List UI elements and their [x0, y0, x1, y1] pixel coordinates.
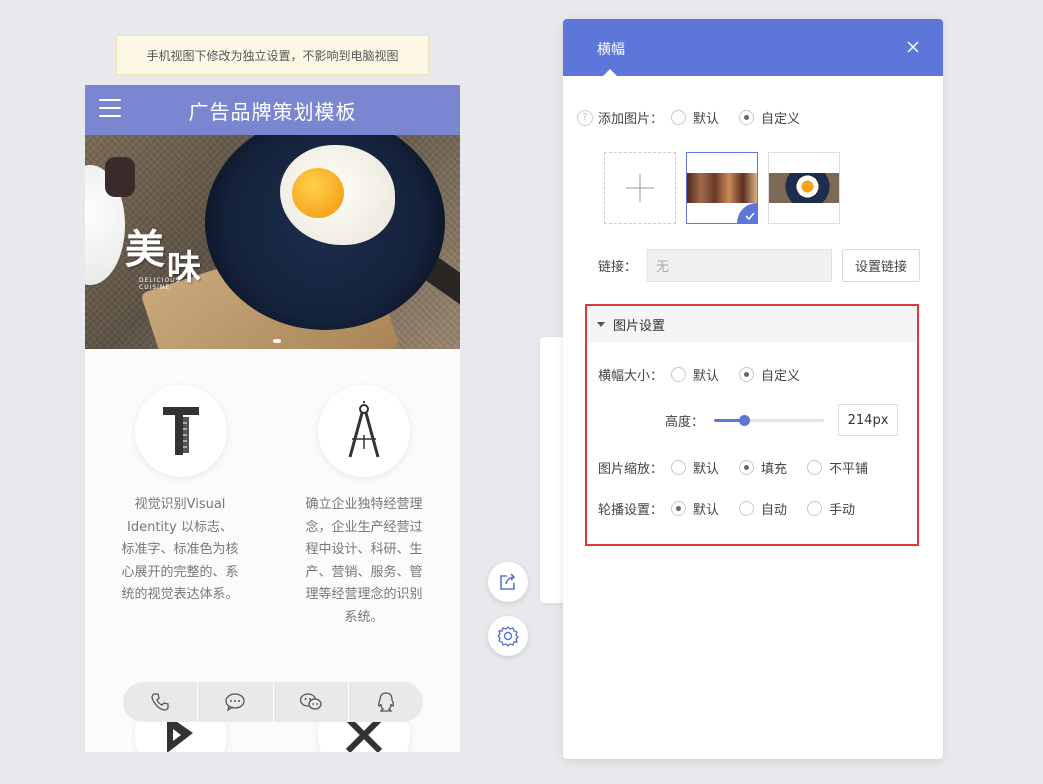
image-scale-default-radio[interactable]: 默认 [671, 458, 719, 477]
mobile-preview: 广告品牌策划模板 美味 DELICIOUS CUISINE 视觉识别Visual… [85, 85, 460, 752]
image-scale-label: 图片缩放： [598, 462, 664, 477]
radio-label: 默认 [693, 462, 720, 477]
features-section: 视觉识别Visual Identity 以标志、标准字、标准色为核心展开的完整的… [85, 349, 460, 752]
carousel-auto-radio[interactable]: 自动 [739, 499, 787, 518]
compass-icon [318, 385, 410, 477]
banner-image[interactable]: 美味 DELICIOUS CUISINE [85, 135, 460, 349]
carousel-label: 轮播设置： [598, 503, 664, 518]
link-row: 链接： 无 设置链接 [598, 249, 921, 282]
image-scale-no-tile-radio[interactable]: 不平铺 [807, 458, 868, 477]
settings-button[interactable] [488, 616, 528, 656]
feature-text-1: 视觉识别Visual Identity 以标志、标准字、标准色为核心展开的完整的… [121, 497, 239, 602]
set-link-button[interactable]: 设置链接 [842, 249, 921, 282]
radio-label: 手动 [829, 503, 856, 518]
settings-icon [497, 626, 519, 647]
link-label: 链接： [598, 260, 638, 275]
share-button[interactable] [488, 562, 528, 602]
carousel-default-radio[interactable]: 默认 [671, 499, 719, 518]
banner-sub-line-1: DELICIOUS [139, 277, 181, 284]
image-scale-row: 图片缩放： 默认 填充 不平铺 [598, 458, 882, 477]
add-image-button[interactable] [604, 152, 676, 224]
banner-subtitle: DELICIOUS CUISINE [139, 277, 180, 291]
radio-label: 自定义 [761, 369, 801, 384]
radio-label: 默认 [693, 503, 720, 518]
banner-sub-line-2: CUISINE [139, 284, 171, 291]
tab-caret [603, 69, 617, 76]
caret-down-icon [597, 321, 605, 327]
banner-size-label: 横幅大小： [598, 369, 664, 384]
qq-icon[interactable] [349, 682, 423, 722]
feature-text-2: 确立企业独特经营理念，企业生产经营过程中设计、科研、生产、营销、服务、管理等经营… [305, 497, 423, 625]
share-icon [500, 573, 516, 590]
banner-size-default-radio[interactable]: 默认 [671, 365, 719, 384]
height-value-input[interactable]: 214px [838, 404, 899, 436]
message-icon[interactable] [198, 682, 274, 722]
link-input[interactable]: 无 [647, 249, 833, 282]
add-image-default-radio[interactable]: 默认 [671, 108, 719, 127]
mobile-site-title: 广告品牌策划模板 [188, 99, 357, 124]
radio-label: 自动 [761, 503, 788, 518]
plus-icon [626, 174, 654, 202]
height-slider[interactable] [714, 410, 825, 430]
cup-handle-shape [105, 157, 135, 197]
selected-check-icon [737, 203, 757, 223]
carousel-row: 轮播设置： 默认 自动 手动 [598, 499, 869, 518]
radio-label: 填充 [761, 462, 788, 477]
carousel-manual-radio[interactable]: 手动 [807, 499, 855, 518]
panel-title: 横幅 [597, 42, 625, 58]
height-row: 高度： 214px [665, 404, 899, 436]
mobile-bottom-bar [123, 682, 423, 722]
wechat-icon[interactable] [274, 682, 349, 722]
add-image-label: 添加图片： [598, 112, 664, 127]
slider-knob[interactable] [738, 415, 750, 426]
banner-calligraphy: 美味 [125, 217, 203, 288]
mobile-view-notice: 手机视图下修改为独立设置，不影响到电脑视图 [116, 35, 429, 75]
image-thumbnail-1[interactable] [686, 152, 758, 224]
height-label: 高度： [665, 414, 705, 430]
banner-settings-panel: 横幅 ? 添加图片： 默认 自定义 链接： 无 设置链接 图片设置 横幅大小： [563, 19, 943, 759]
radio-label: 不平铺 [829, 462, 869, 477]
hamburger-menu-icon[interactable] [99, 99, 121, 119]
image-settings-title: 图片设置 [613, 318, 666, 334]
carousel-indicator[interactable] [273, 339, 281, 343]
mobile-header: 广告品牌策划模板 [85, 85, 460, 135]
notice-text: 手机视图下修改为独立设置，不影响到电脑视图 [146, 48, 399, 63]
image-scale-fill-radio[interactable]: 填充 [739, 458, 787, 477]
radio-label: 自定义 [761, 112, 801, 127]
radio-label: 默认 [693, 112, 720, 127]
image-settings-header[interactable]: 图片设置 [587, 306, 917, 342]
close-icon[interactable] [905, 39, 921, 55]
image-settings-section: 图片设置 横幅大小： 默认 自定义 高度： 214px 图片缩放： 默认 填充 … [585, 304, 919, 546]
help-icon[interactable]: ? [577, 109, 593, 126]
radio-label: 默认 [693, 369, 720, 384]
ruler-hammer-icon [135, 385, 227, 477]
add-image-custom-radio[interactable]: 自定义 [739, 108, 800, 127]
image-thumbnail-2[interactable] [768, 152, 840, 224]
panel-header: 横幅 [563, 19, 943, 76]
egg-yolk-shape [292, 168, 344, 218]
banner-char-1: 美 [125, 226, 167, 273]
banner-size-row: 横幅大小： 默认 自定义 [598, 365, 814, 384]
add-image-row: ? 添加图片： 默认 自定义 [577, 108, 814, 127]
banner-size-custom-radio[interactable]: 自定义 [739, 365, 800, 384]
phone-icon[interactable] [123, 682, 199, 722]
